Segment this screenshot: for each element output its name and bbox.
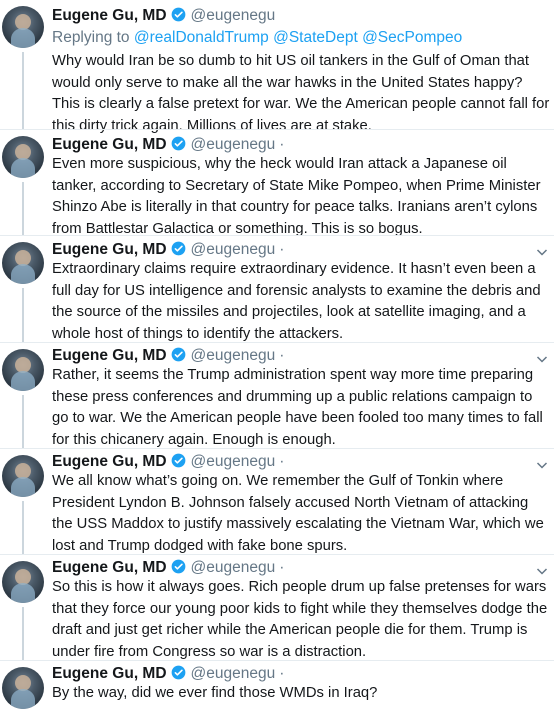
author-handle[interactable]: @eugenegu	[191, 559, 276, 576]
verified-badge-icon	[171, 241, 185, 256]
tweet[interactable]: Eugene Gu, MD @eugenegu · By the way, did …	[0, 661, 554, 709]
verified-badge-icon	[171, 559, 185, 574]
tweet-header: Eugene Gu, MD @eugenegu ·	[52, 452, 284, 472]
verified-badge-icon	[171, 665, 185, 680]
author-name[interactable]: Eugene Gu, MD	[52, 347, 167, 364]
author-name[interactable]: Eugene Gu, MD	[52, 665, 167, 682]
thread-connector	[22, 52, 24, 130]
thread-connector	[22, 288, 24, 343]
author-handle[interactable]: @eugenegu	[191, 241, 276, 258]
tweet-text: We all know what’s going on. We remember…	[52, 473, 544, 554]
replying-to: Replying to @realDonaldTrump @StateDept …	[52, 28, 462, 48]
avatar[interactable]	[2, 349, 44, 391]
tweet[interactable]: Eugene Gu, MD @eugenegu · Extraordinary cl…	[0, 236, 554, 343]
tweet[interactable]: Eugene Gu, MD @eugenegu · Even more suspic…	[0, 130, 554, 237]
verified-badge-icon	[171, 347, 185, 362]
tweet-text: Even more suspicious, why the heck would…	[52, 156, 541, 237]
author-name[interactable]: Eugene Gu, MD	[52, 559, 167, 576]
separator-dot: ·	[279, 136, 285, 153]
separator-dot: ·	[279, 665, 285, 682]
author-handle[interactable]: @eugenegu	[191, 665, 276, 682]
avatar[interactable]	[2, 667, 44, 709]
verified-badge-icon	[171, 7, 185, 22]
tweet-header: Eugene Gu, MD @eugenegu ·	[52, 558, 284, 578]
separator-dot: ·	[279, 559, 285, 576]
tweet-text: So this is how it always goes. Rich peop…	[52, 579, 548, 660]
tweet-thread: Eugene Gu, MD @eugenegu Replying to @real…	[0, 0, 554, 709]
chevron-down-icon[interactable]	[536, 459, 548, 471]
replying-to-label: Replying to	[52, 29, 130, 46]
tweet[interactable]: Eugene Gu, MD @eugenegu · We all know what…	[0, 449, 554, 555]
tweet-header: Eugene Gu, MD @eugenegu	[52, 6, 275, 26]
avatar[interactable]	[2, 455, 44, 497]
mention-link[interactable]: @SecPompeo	[362, 29, 462, 46]
author-handle[interactable]: @eugenegu	[191, 347, 276, 364]
chevron-down-icon[interactable]	[536, 565, 548, 577]
tweet-text: By the way, did we ever find those WMDs …	[52, 685, 378, 701]
author-handle[interactable]: @eugenegu	[191, 453, 276, 470]
chevron-down-icon[interactable]	[536, 246, 548, 258]
avatar[interactable]	[2, 561, 44, 603]
author-handle[interactable]: @eugenegu	[191, 7, 276, 24]
separator-dot: ·	[279, 241, 285, 258]
tweet[interactable]: Eugene Gu, MD @eugenegu · Rather, it seems…	[0, 343, 554, 449]
tweet[interactable]: Eugene Gu, MD @eugenegu · So this is how i…	[0, 555, 554, 661]
tweet-text: Why would Iran be so dumb to hit US oil …	[52, 53, 550, 134]
thread-connector	[22, 395, 24, 449]
author-name[interactable]: Eugene Gu, MD	[52, 7, 167, 24]
tweet-header: Eugene Gu, MD @eugenegu ·	[52, 346, 284, 366]
author-name[interactable]: Eugene Gu, MD	[52, 136, 167, 153]
thread-connector	[22, 182, 24, 236]
tweet-header: Eugene Gu, MD @eugenegu ·	[52, 240, 284, 260]
avatar[interactable]	[2, 242, 44, 284]
verified-badge-icon	[171, 453, 185, 468]
separator-dot: ·	[279, 347, 285, 364]
author-name[interactable]: Eugene Gu, MD	[52, 453, 167, 470]
chevron-down-icon[interactable]	[536, 353, 548, 365]
avatar[interactable]	[2, 6, 44, 48]
author-name[interactable]: Eugene Gu, MD	[52, 241, 167, 258]
verified-badge-icon	[171, 136, 185, 151]
tweet-header: Eugene Gu, MD @eugenegu ·	[52, 135, 284, 155]
separator-dot: ·	[279, 453, 285, 470]
mention-link[interactable]: @realDonaldTrump	[134, 29, 269, 46]
author-handle[interactable]: @eugenegu	[191, 136, 276, 153]
tweet-text: Rather, it seems the Trump administratio…	[52, 367, 543, 448]
avatar[interactable]	[2, 136, 44, 178]
tweet-text: Extraordinary claims require extraordina…	[52, 261, 541, 342]
tweet-header: Eugene Gu, MD @eugenegu ·	[52, 664, 284, 684]
mention-link[interactable]: @StateDept	[273, 29, 358, 46]
tweet[interactable]: Eugene Gu, MD @eugenegu Replying to @real…	[0, 0, 554, 134]
thread-connector	[22, 501, 24, 555]
thread-connector	[22, 607, 24, 661]
